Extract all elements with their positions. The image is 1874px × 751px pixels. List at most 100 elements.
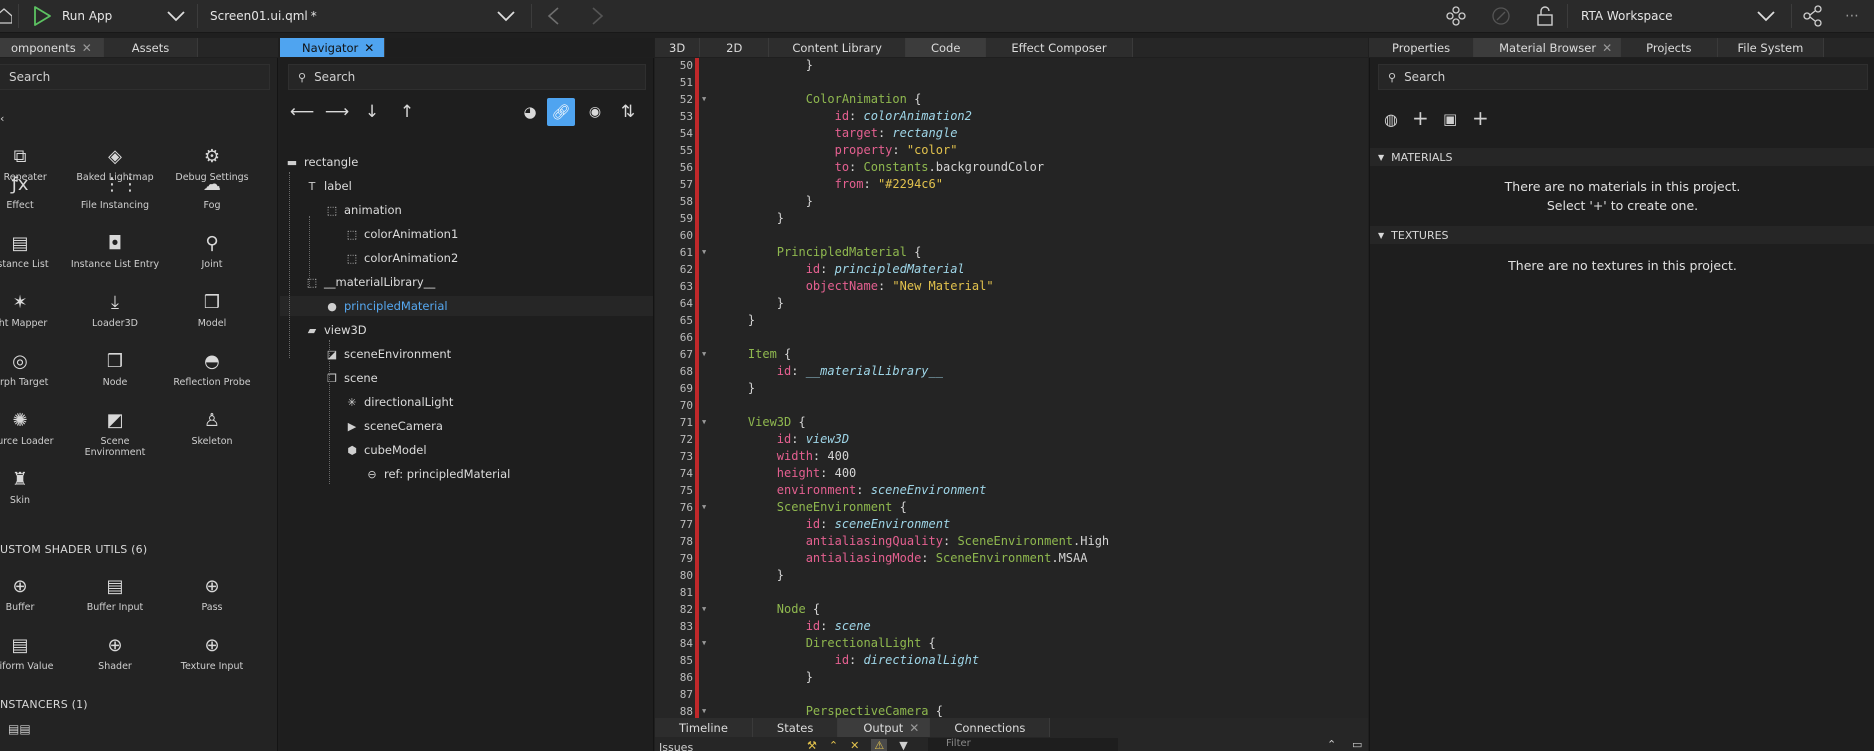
code-line[interactable]: environment: sceneEnvironment xyxy=(719,482,987,499)
component-item[interactable]: ◎ lorph Target xyxy=(0,351,65,388)
tab-material-browser[interactable]: Material Browser ✕ xyxy=(1474,38,1622,57)
tab-projects[interactable]: Projects xyxy=(1621,38,1718,57)
material-search[interactable]: ⚲ Search xyxy=(1378,64,1868,90)
tree-item[interactable]: ⬚ colorAnimation1 xyxy=(280,224,653,244)
tab-timeline[interactable]: Timeline xyxy=(655,718,753,737)
fold-arrow-icon[interactable]: ▼ xyxy=(702,244,712,261)
lock-workspace-icon[interactable] xyxy=(1536,0,1554,31)
component-item[interactable]: ⚲ Joint xyxy=(167,233,257,270)
add-texture-icon[interactable]: + xyxy=(1472,106,1489,130)
texture-icon[interactable]: ▣ xyxy=(1443,110,1457,128)
component-item[interactable]: ♜ Skin xyxy=(0,469,65,506)
code-line[interactable]: id: sceneEnvironment xyxy=(719,516,951,533)
component-item[interactable]: ▤ Buffer Input xyxy=(70,576,160,613)
component-item[interactable]: ⤓ Loader3D xyxy=(70,292,160,329)
code-line[interactable]: to: Constants.backgroundColor xyxy=(719,159,1045,176)
close-icon[interactable]: ✕ xyxy=(82,41,92,55)
component-item[interactable]: ▤ Uniform Value xyxy=(0,635,65,672)
code-line[interactable]: SceneEnvironment { xyxy=(719,499,907,516)
tab-2d[interactable]: 2D xyxy=(700,38,770,57)
close-icon[interactable]: ✕ xyxy=(909,721,919,735)
section-instancers[interactable]: NSTANCERS (1) xyxy=(0,698,88,711)
tree-item[interactable]: ✳ directionalLight xyxy=(280,392,653,412)
component-item[interactable]: ✺ source Loader xyxy=(0,410,65,447)
code-line[interactable]: View3D { xyxy=(719,414,806,431)
output-filter-input[interactable]: Filter xyxy=(928,738,1118,751)
component-item[interactable]: ◩ Scene Environment xyxy=(70,410,160,458)
code-line[interactable]: DirectionalLight { xyxy=(719,635,936,652)
fold-arrow-icon[interactable]: ▼ xyxy=(702,499,712,516)
more-options-icon[interactable]: ⋯ xyxy=(1845,0,1859,31)
component-item[interactable]: ▤ nstance List xyxy=(0,233,65,270)
tab-connections[interactable]: Connections xyxy=(930,718,1051,737)
code-line[interactable]: } xyxy=(719,380,755,397)
modules-icon[interactable] xyxy=(1445,0,1467,31)
textures-section-header[interactable]: ▼ TEXTURES xyxy=(1370,226,1874,244)
code-line[interactable]: } xyxy=(719,312,755,329)
tree-item[interactable]: ⬚ colorAnimation2 xyxy=(280,248,653,268)
workspace-chevron-down-icon[interactable] xyxy=(1756,0,1776,31)
component-item[interactable]: ⊕ Shader xyxy=(70,635,160,672)
components-search[interactable]: Search xyxy=(0,64,270,90)
component-item[interactable]: ♙ Skeleton xyxy=(167,410,257,447)
tree-item[interactable]: ▬ rectangle xyxy=(280,152,653,172)
section-custom-shader-utils[interactable]: USTOM SHADER UTILS (6) xyxy=(0,543,147,556)
navigate-forward-icon[interactable] xyxy=(591,0,605,31)
code-line[interactable]: target: rectangle xyxy=(719,125,958,142)
code-line[interactable]: Node { xyxy=(719,601,820,618)
code-line[interactable]: } xyxy=(719,669,813,686)
filter-funnel-icon[interactable]: ▼ xyxy=(899,739,907,751)
code-line[interactable]: } xyxy=(719,567,784,584)
tree-item[interactable]: ▶ sceneCamera xyxy=(280,416,653,436)
component-item[interactable]: ⊕ Texture Input xyxy=(167,635,257,672)
code-line[interactable]: PerspectiveCamera { xyxy=(719,703,943,718)
wrench-icon[interactable]: ⚒ xyxy=(807,739,817,751)
tree-item[interactable]: ▰ view3D xyxy=(280,320,653,340)
link-icon[interactable]: 🔗︎ xyxy=(547,98,575,126)
code-line[interactable]: PrincipledMaterial { xyxy=(719,244,922,261)
component-item[interactable]: ⊕ Pass xyxy=(167,576,257,613)
document-selector[interactable]: Screen01.ui.qml * xyxy=(210,0,317,31)
move-right-icon[interactable]: ⟶ xyxy=(323,98,351,126)
code-line[interactable]: id: principledMaterial xyxy=(719,261,965,278)
code-editor[interactable]: 50 51 52 53 54 55 56 57 58 59 60 61 62 63 64 65 66 67 68 69… xyxy=(655,58,1368,718)
code-line[interactable]: id: scene xyxy=(719,618,871,635)
component-item[interactable]: ❒ Node xyxy=(70,351,160,388)
workspace-selector[interactable]: RTA Workspace xyxy=(1581,0,1672,31)
code-line[interactable]: antialiasingMode: SceneEnvironment.MSAA xyxy=(719,550,1088,567)
fold-arrow-icon[interactable]: ▼ xyxy=(702,346,712,363)
move-up-icon[interactable]: ↑ xyxy=(393,98,421,126)
home-icon[interactable] xyxy=(0,0,12,31)
warning-icon[interactable]: ⚠ xyxy=(871,739,888,751)
component-item[interactable]: ƒx Effect xyxy=(0,174,65,211)
tree-item[interactable]: ⬚ __materialLibrary__ xyxy=(280,272,653,292)
materials-section-header[interactable]: ▼ MATERIALS xyxy=(1370,148,1874,166)
tree-item[interactable]: Tlabel xyxy=(280,176,653,196)
live-preview-disabled-icon[interactable] xyxy=(1490,0,1512,31)
code-line[interactable]: width: 400 xyxy=(719,448,849,465)
code-line[interactable]: objectName: "New Material" xyxy=(719,278,994,295)
tab-assets[interactable]: Assets xyxy=(103,38,199,57)
code-line[interactable]: } xyxy=(719,58,813,74)
fold-arrow-icon[interactable]: ▼ xyxy=(702,414,712,431)
code-line[interactable]: ColorAnimation { xyxy=(719,91,922,108)
share-icon[interactable] xyxy=(1802,0,1824,31)
fold-arrow-icon[interactable]: ▼ xyxy=(702,91,712,108)
collapse-arrow-icon[interactable]: ‹ xyxy=(0,112,4,125)
code-line[interactable]: id: view3D xyxy=(719,431,849,448)
fold-arrow-icon[interactable]: ▼ xyxy=(702,601,712,618)
code-line[interactable]: } xyxy=(719,295,784,312)
maximize-icon[interactable]: ▭ xyxy=(1352,738,1362,751)
close-icon[interactable]: ✕ xyxy=(364,41,374,55)
tree-item[interactable]: ⊖ ref: principledMaterial xyxy=(280,464,653,484)
clear-x-icon[interactable]: ✕ xyxy=(850,739,859,751)
code-line[interactable]: id: __materialLibrary__ xyxy=(719,363,943,380)
caret-up-icon[interactable]: ⌃ xyxy=(829,739,838,751)
tree-item[interactable]: ⬚ animation xyxy=(280,200,653,220)
fold-arrow-icon[interactable]: ▼ xyxy=(702,703,712,718)
code-line[interactable]: from: "#2294c6" xyxy=(719,176,943,193)
code-line[interactable]: Item { xyxy=(719,346,791,363)
code-line[interactable]: property: "color" xyxy=(719,142,958,159)
component-item[interactable]: ❒ Model xyxy=(167,292,257,329)
component-item[interactable]: ◘ Instance List Entry xyxy=(70,233,160,270)
